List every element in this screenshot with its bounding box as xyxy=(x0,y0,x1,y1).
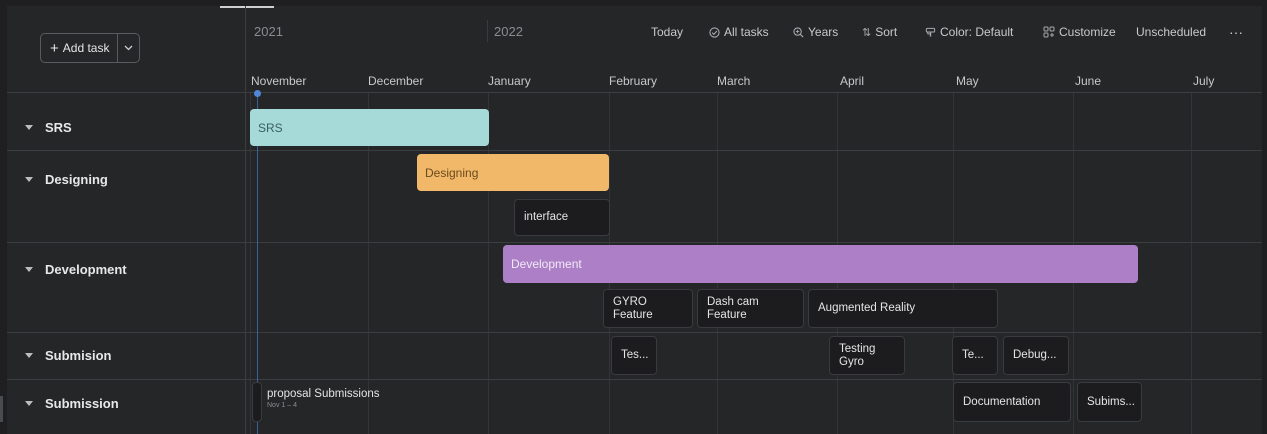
row-divider xyxy=(7,332,1262,333)
month-february: February xyxy=(609,74,658,88)
task-dates: Nov 1 – 4 xyxy=(267,402,297,409)
group-label: Development xyxy=(45,262,127,277)
unscheduled-button[interactable]: Unscheduled xyxy=(1136,22,1206,42)
task-label-line2: Feature xyxy=(707,308,747,321)
month-april: April xyxy=(840,74,865,88)
task-subims[interactable]: Subims... xyxy=(1077,382,1142,422)
paint-bucket-icon xyxy=(925,27,936,37)
collapse-caret-icon[interactable] xyxy=(25,353,33,358)
month-july: July xyxy=(1193,74,1215,88)
month-may: May xyxy=(956,74,979,88)
customize-label: Customize xyxy=(1059,25,1116,39)
task-testing-gyro[interactable]: Testing Gyro xyxy=(829,336,905,375)
group-label: SRS xyxy=(45,120,72,135)
task-label: interface xyxy=(524,211,569,223)
task-label: Tes... xyxy=(621,349,649,361)
designing-summary-bar[interactable]: Designing xyxy=(417,154,609,191)
row-divider xyxy=(7,379,1262,380)
add-task-label: Add task xyxy=(62,41,110,55)
row-divider xyxy=(7,242,1262,243)
group-designing[interactable]: Designing xyxy=(25,172,108,187)
toolbar: Today All tasks Years ⇅ Sort Color: Defa… xyxy=(7,22,1262,42)
task-proposal-marker[interactable] xyxy=(252,382,262,422)
task-label-line1: Testing xyxy=(839,342,876,355)
timeline-view: + Add task 2021 2022 Today All tasks Yea… xyxy=(7,6,1262,434)
task-label: Subims... xyxy=(1087,395,1135,408)
add-task-menu-button[interactable] xyxy=(118,45,139,51)
sort-button[interactable]: ⇅ Sort xyxy=(862,22,897,42)
group-srs[interactable]: SRS xyxy=(25,120,72,135)
collapse-caret-icon[interactable] xyxy=(25,125,33,130)
task-gyro-feature[interactable]: GYRO Feature xyxy=(603,289,693,328)
years-label: Years xyxy=(808,25,839,39)
unscheduled-label: Unscheduled xyxy=(1136,25,1207,39)
today-button[interactable]: Today xyxy=(651,22,683,42)
grid-icon xyxy=(1043,26,1055,38)
active-view-indicator xyxy=(220,6,274,8)
task-label-line2: Feature xyxy=(613,308,653,321)
task-augmented-reality[interactable]: Augmented Reality xyxy=(808,289,998,328)
group-submision[interactable]: Submision xyxy=(25,348,111,363)
task-tes[interactable]: Tes... xyxy=(611,336,657,375)
srs-summary-bar[interactable]: SRS xyxy=(250,109,489,146)
bar-label: Designing xyxy=(425,165,479,180)
task-interface[interactable]: interface xyxy=(514,199,610,236)
collapse-caret-icon[interactable] xyxy=(25,401,33,406)
scrollbar-thumb[interactable] xyxy=(0,396,3,422)
zoom-icon xyxy=(793,26,804,38)
month-january: January xyxy=(488,74,531,88)
row-divider xyxy=(7,150,1262,151)
task-label: Documentation xyxy=(963,395,1041,408)
task-label-line1: GYRO xyxy=(613,295,647,308)
task-te[interactable]: Te... xyxy=(952,336,998,375)
group-label: Submision xyxy=(45,348,112,363)
customize-button[interactable]: Customize xyxy=(1043,22,1116,42)
task-debug[interactable]: Debug... xyxy=(1003,336,1069,375)
years-zoom-button[interactable]: Years xyxy=(793,22,838,42)
color-label: Color: Default xyxy=(940,25,1014,39)
check-circle-icon xyxy=(709,26,720,38)
sort-icon: ⇅ xyxy=(862,26,872,39)
task-label: Debug... xyxy=(1013,349,1057,361)
sort-label: Sort xyxy=(875,25,898,39)
group-label: Submission xyxy=(45,396,119,411)
month-november: November xyxy=(251,74,307,88)
more-label: ··· xyxy=(1229,24,1243,40)
collapse-caret-icon[interactable] xyxy=(25,177,33,182)
task-label: Augmented Reality xyxy=(818,302,916,314)
group-development[interactable]: Development xyxy=(25,262,127,277)
development-summary-bar[interactable]: Development xyxy=(503,245,1138,283)
collapse-caret-icon[interactable] xyxy=(25,267,33,272)
chevron-down-icon xyxy=(124,45,133,51)
task-label-line2: Gyro xyxy=(839,355,864,368)
month-june: June xyxy=(1075,74,1102,88)
color-button[interactable]: Color: Default xyxy=(925,22,1013,42)
month-december: December xyxy=(368,74,424,88)
task-proposal-submissions[interactable]: proposal Submissions Nov 1 – 4 xyxy=(267,388,380,410)
task-documentation[interactable]: Documentation xyxy=(953,382,1071,422)
grid-line xyxy=(1191,93,1192,434)
more-options-icon[interactable]: ··· xyxy=(1229,22,1243,42)
task-label-line1: Dash cam xyxy=(707,295,759,308)
group-label: Designing xyxy=(45,172,108,187)
plus-icon: + xyxy=(50,39,59,57)
bar-label: Development xyxy=(511,257,582,271)
bar-label: SRS xyxy=(258,120,283,135)
sidebar-divider xyxy=(245,6,246,434)
task-dash-cam-feature[interactable]: Dash cam Feature xyxy=(697,289,804,328)
month-march: March xyxy=(717,74,751,88)
all-tasks-button[interactable]: All tasks xyxy=(709,22,769,42)
task-label: Te... xyxy=(962,349,984,361)
all-tasks-label: All tasks xyxy=(724,25,769,39)
task-label: proposal Submissions xyxy=(267,388,380,400)
group-submission[interactable]: Submission xyxy=(25,396,119,411)
today-marker-dot xyxy=(254,90,261,97)
today-label: Today xyxy=(651,25,684,39)
